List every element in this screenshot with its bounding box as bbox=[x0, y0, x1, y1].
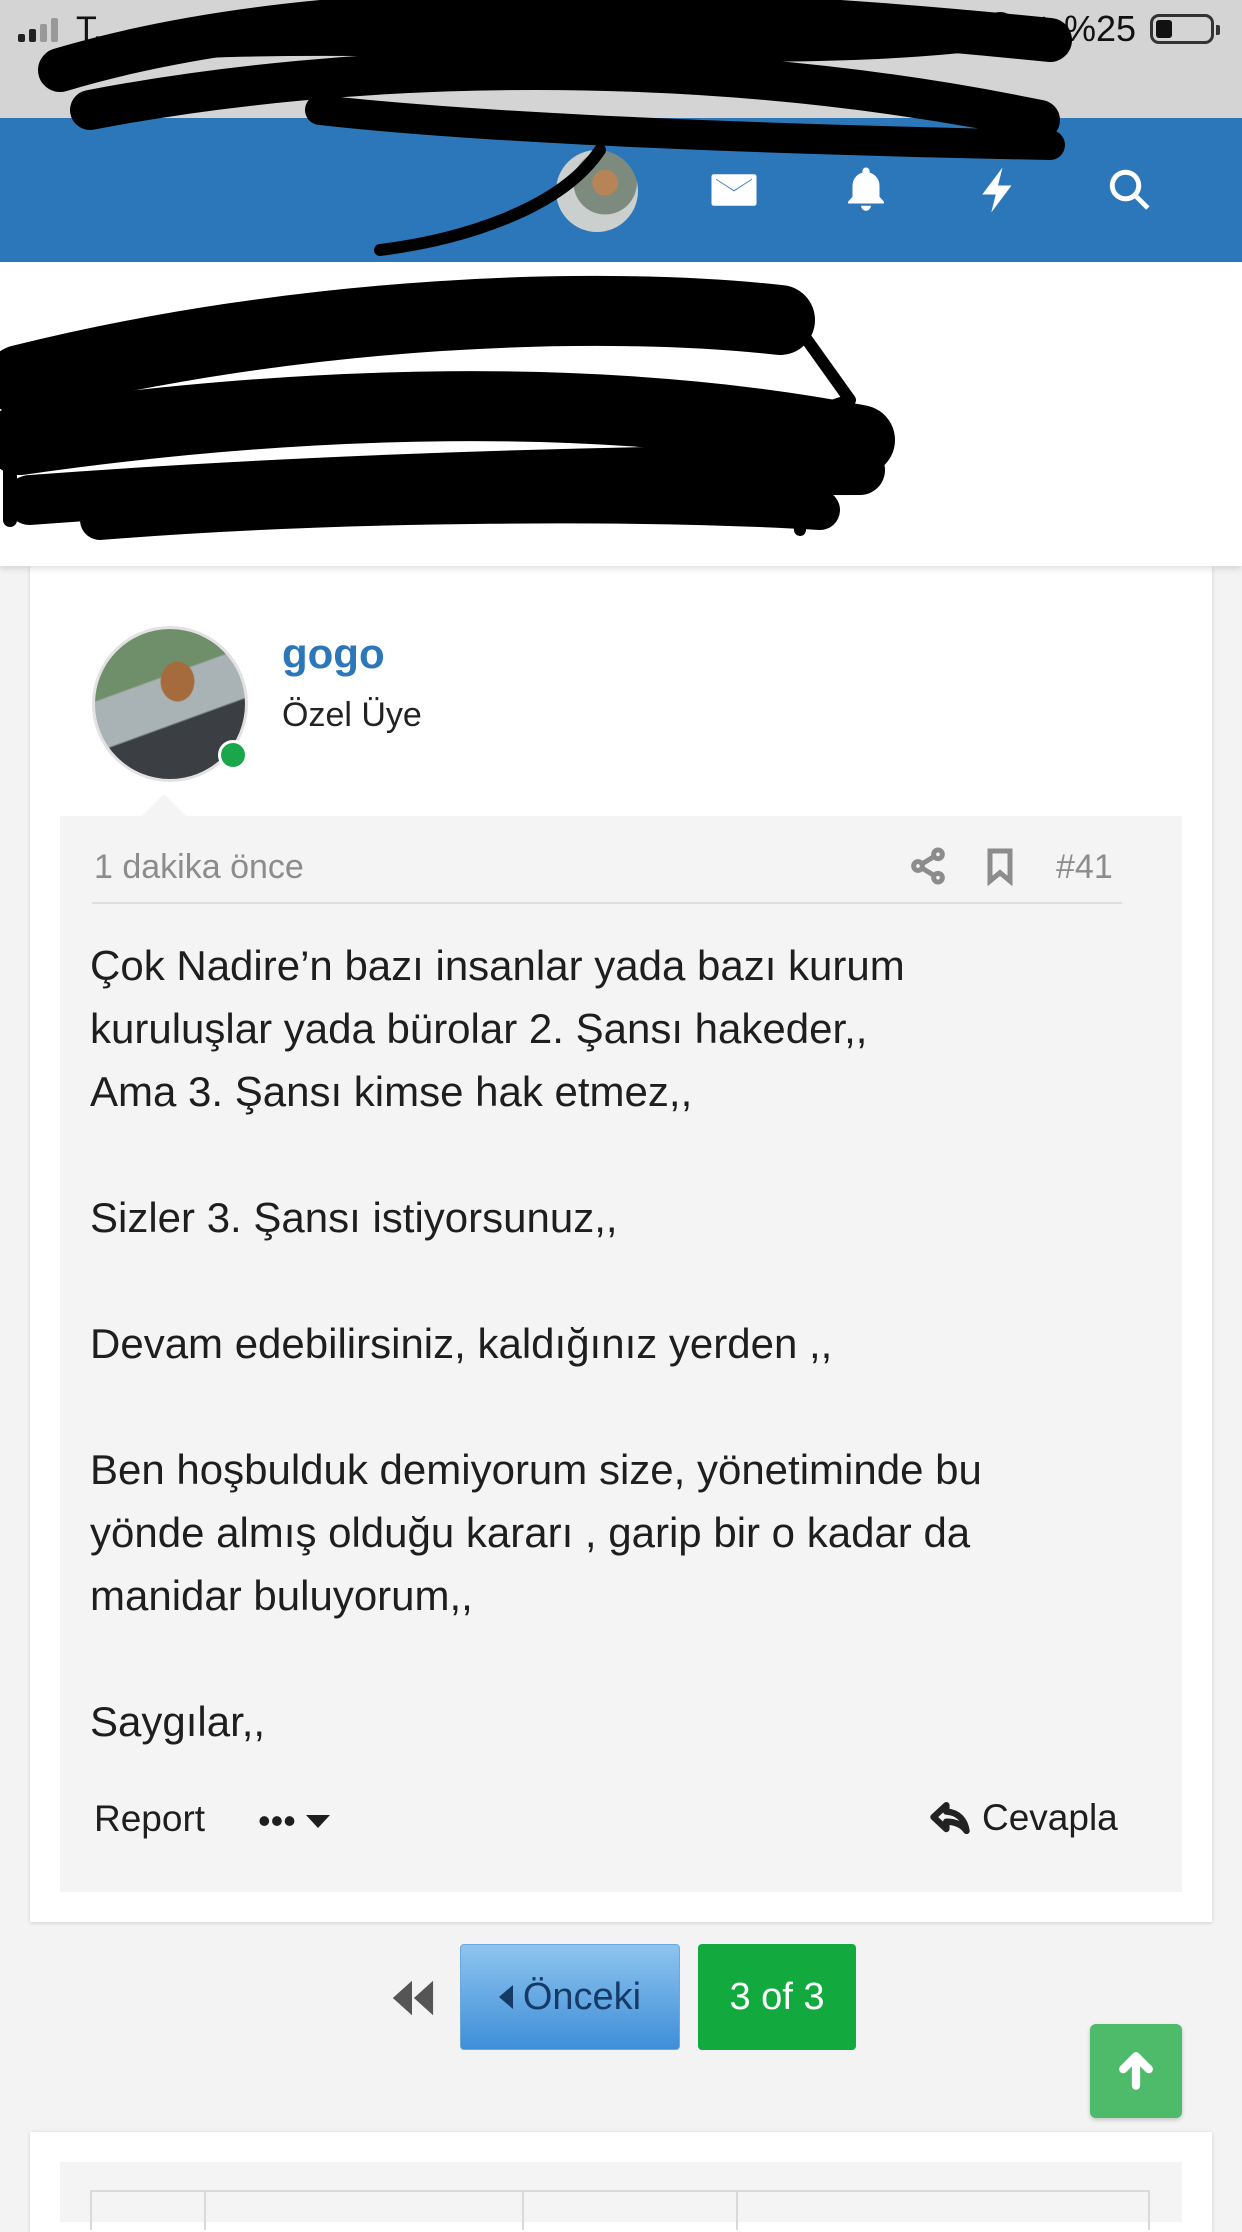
post-pointer bbox=[140, 794, 188, 818]
arrow-up-icon bbox=[1119, 2052, 1153, 2090]
message-line bbox=[90, 1627, 1150, 1690]
scroll-to-top-button[interactable] bbox=[1090, 2024, 1182, 2118]
double-left-arrow-icon bbox=[392, 1980, 434, 2016]
first-page-button[interactable] bbox=[380, 1970, 444, 2026]
next-section-table bbox=[90, 2190, 1150, 2230]
signal-strength-icon bbox=[18, 18, 58, 42]
bookmark-icon[interactable] bbox=[980, 846, 1020, 887]
thread-title-area bbox=[0, 262, 1242, 566]
post-number-link[interactable]: #41 bbox=[1056, 848, 1113, 887]
message-line: Ama 3. Şansı kimse hak etmez,, bbox=[90, 1068, 693, 1115]
reply-icon bbox=[930, 1801, 970, 1835]
battery-percent: %25 bbox=[1064, 8, 1137, 49]
message-line: Devam edebilirsiniz, kaldığınız yerden ,… bbox=[90, 1320, 833, 1367]
location-arrow-icon bbox=[1018, 16, 1046, 44]
message-line: Sizler 3. Şansı istiyorsunuz,, bbox=[90, 1194, 618, 1241]
message-line: manidar buluyorum,, bbox=[90, 1572, 473, 1619]
status-bar: T... %25 bbox=[0, 0, 1242, 118]
bolt-icon[interactable] bbox=[966, 158, 1030, 222]
caret-left-icon bbox=[498, 1985, 513, 2009]
share-icon[interactable] bbox=[908, 846, 948, 886]
bell-icon[interactable] bbox=[834, 158, 898, 222]
author-username[interactable]: gogo bbox=[282, 630, 385, 678]
divider bbox=[92, 902, 1122, 904]
search-icon[interactable] bbox=[1098, 158, 1162, 222]
carrier-name: T... bbox=[76, 10, 122, 48]
message-line: yönde almış olduğu kararı , garip bir o … bbox=[90, 1509, 971, 1556]
message-line bbox=[90, 1123, 1150, 1186]
app-header bbox=[0, 118, 1242, 262]
reply-label: Cevapla bbox=[982, 1797, 1118, 1838]
message-line: Çok Nadire’n bazı insanlar yada bazı kur… bbox=[90, 942, 905, 989]
previous-page-button[interactable]: Önceki bbox=[460, 1944, 680, 2050]
author-title: Özel Üye bbox=[282, 696, 422, 734]
more-actions-menu[interactable]: ••• bbox=[258, 1800, 330, 1842]
envelope-icon[interactable] bbox=[702, 158, 766, 222]
previous-label: Önceki bbox=[522, 1975, 642, 2018]
post-time[interactable]: 1 dakika önce bbox=[94, 848, 304, 887]
message-line: Saygılar,, bbox=[90, 1698, 266, 1745]
message-line bbox=[90, 1375, 1150, 1438]
message-line bbox=[90, 1249, 1150, 1312]
message-line: Ben hoşbulduk demiyorum size, yönetimind… bbox=[90, 1446, 982, 1493]
user-avatar-button[interactable] bbox=[556, 150, 638, 232]
chevron-down-icon bbox=[305, 1814, 330, 1828]
post-message: Çok Nadire’n bazı insanlar yada bazı kur… bbox=[90, 934, 1150, 1753]
online-status-indicator bbox=[218, 740, 248, 770]
battery-icon bbox=[1150, 14, 1220, 44]
report-link[interactable]: Report bbox=[94, 1798, 205, 1840]
message-line: kuruluşlar yada bürolar 2. Şansı hakeder… bbox=[90, 1005, 868, 1052]
reply-button[interactable]: Cevapla bbox=[928, 1796, 1118, 1840]
page-indicator[interactable]: 3 of 3 bbox=[698, 1944, 856, 2050]
more-dots-label: ••• bbox=[258, 1800, 296, 1841]
